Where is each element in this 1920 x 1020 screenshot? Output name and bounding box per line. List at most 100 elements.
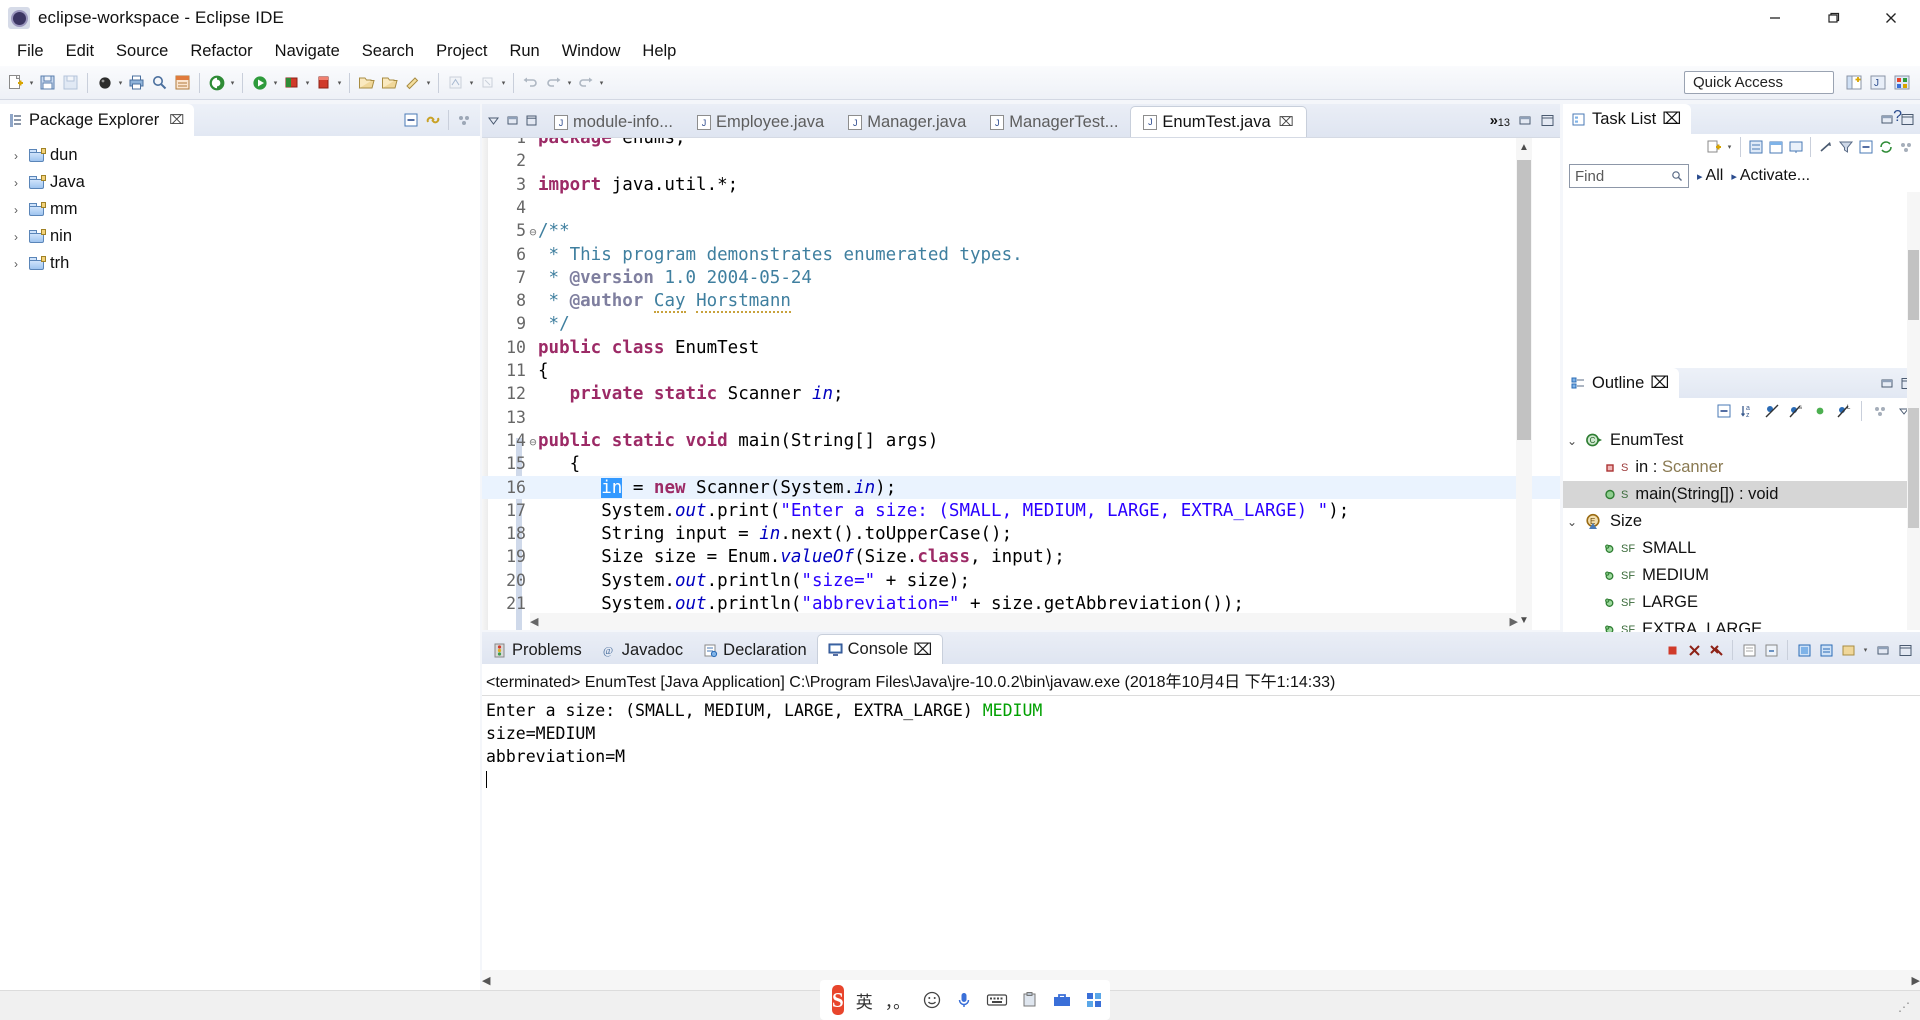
scroll-left-icon[interactable]: ◀ [530,615,538,628]
quick-access-input[interactable]: Quick Access [1684,71,1834,94]
close-icon[interactable]: ⌧ [1662,109,1681,129]
coverage-icon[interactable] [313,72,334,93]
search-icon[interactable] [149,72,170,93]
maximize-editor-icon[interactable] [1540,114,1554,128]
history-dropdown-icon[interactable]: ▾ [565,73,574,93]
quick-fix-dropdown-icon[interactable]: ▾ [424,73,433,93]
tree-item-nin[interactable]: › nin [0,223,480,250]
perspective-debug-icon[interactable] [1891,72,1913,94]
editor-tab-employee[interactable]: J Employee.java [685,108,836,137]
code-line[interactable]: 19 Size size = Enum.valueOf(Size.class, … [482,545,1560,568]
outline-item-in-scanner[interactable]: Sin : Scanner [1563,454,1920,481]
coverage-dropdown-icon[interactable]: ▾ [335,73,344,93]
schedule-icon[interactable] [1767,139,1784,156]
editor-tab-enumtest[interactable]: J EnumTest.java ⌧ [1130,106,1307,137]
filter-icon[interactable] [1837,139,1854,156]
previous-annotation-dropdown-icon[interactable]: ▾ [467,73,476,93]
search-icon[interactable] [1671,170,1683,182]
sogou-ime-logo-icon[interactable]: S [832,985,844,1015]
print-icon[interactable] [126,72,147,93]
maximize-view-icon[interactable] [1896,641,1914,659]
focus-on-workweek-icon[interactable] [1817,139,1834,156]
forward-nav-dropdown-icon[interactable]: ▾ [597,73,606,93]
code-line[interactable]: 5 ⊖/** [482,219,1560,242]
code-line[interactable]: 18 String input = in.next().toUpperCase(… [482,522,1560,545]
terminate-icon[interactable] [1663,641,1681,659]
code-line[interactable]: 20 System.out.println("size=" + size); [482,569,1560,592]
editor-overflow-chevron[interactable]: » 13 [1490,112,1510,129]
tab-task-list[interactable]: Task List ⌧ [1563,104,1692,134]
close-icon[interactable]: ⌧ [913,640,932,660]
categorize-icon[interactable] [1747,139,1764,156]
menu-project[interactable]: Project [425,39,498,64]
tree-item-trh[interactable]: › trh [0,250,480,277]
outline-item-size[interactable]: ⌄ E Size [1563,508,1920,535]
fold-marker-icon[interactable]: ⊖ [528,431,538,454]
remove-launch-icon[interactable] [1685,641,1703,659]
pin-console-icon[interactable] [1795,641,1813,659]
code-line[interactable]: 15 { [482,452,1560,475]
new-task-dropdown-icon[interactable]: ▾ [1725,137,1734,157]
maximize-button[interactable] [1804,0,1862,36]
tab-declaration[interactable]: Declaration [693,636,816,664]
editor-vertical-scrollbar[interactable]: ▲ ▼ [1516,138,1532,630]
collapse-all-icon[interactable] [1857,139,1874,156]
quick-fix-icon[interactable] [402,72,423,93]
minimize-editor-icon[interactable] [1518,114,1532,128]
scroll-down-icon[interactable]: ▼ [1516,611,1532,630]
close-icon[interactable]: ⌧ [169,112,184,128]
maximize-view-icon[interactable] [524,114,538,128]
expand-arrow-icon[interactable]: › [8,149,24,163]
view-menu-icon[interactable] [1871,403,1888,420]
tree-item-mm[interactable]: › mm [0,196,480,223]
code-line[interactable]: 4 [482,196,1560,219]
code-line[interactable]: 1 package enums; [482,138,1560,149]
remove-all-launches-icon[interactable] [1707,641,1725,659]
code-line[interactable]: 3 import java.util.*; [482,173,1560,196]
link-with-editor-icon[interactable] [423,110,443,130]
smiley-icon[interactable] [922,990,942,1010]
menu-help[interactable]: Help [631,39,687,64]
outline-scrollbar[interactable] [1907,368,1920,630]
run-dropdown-icon[interactable]: ▾ [271,73,280,93]
perspective-java-icon[interactable]: J [1867,72,1889,94]
hide-fields-icon[interactable] [1763,403,1780,420]
editor-tab-module-info[interactable]: J module-info... [542,108,685,137]
close-button[interactable] [1862,0,1920,36]
external-tools-icon[interactable] [281,72,302,93]
open-perspective-icon[interactable] [1843,72,1865,94]
code-line[interactable]: 10 public class EnumTest [482,336,1560,359]
editor-horizontal-scrollbar[interactable]: ◀ ▶ [530,613,1518,630]
menu-source[interactable]: Source [105,39,179,64]
task-list-content[interactable] [1563,192,1920,370]
expand-arrow-icon[interactable]: › [8,176,24,190]
scroll-right-icon[interactable]: ▶ [1912,974,1920,987]
external-tools-dropdown-icon[interactable]: ▾ [303,73,312,93]
new-dropdown-icon[interactable]: ▾ [27,73,36,93]
minimize-button[interactable] [1746,0,1804,36]
scrollbar-thumb[interactable] [1908,250,1919,320]
task-activate-link[interactable]: ▸ Activate... [1731,167,1810,185]
new-java-project-icon[interactable] [206,72,227,93]
minimize-view-icon[interactable] [1879,375,1896,392]
hide-local-types-icon[interactable]: L [1835,403,1852,420]
microphone-icon[interactable] [954,990,974,1010]
menu-window[interactable]: Window [551,39,632,64]
outline-item-large[interactable]: SF LARGE [1563,589,1920,616]
new-task-icon[interactable] [1705,139,1722,156]
scroll-right-icon[interactable]: ▶ [1510,615,1518,628]
editor-tab-manager[interactable]: J Manager.java [836,108,978,137]
view-menu-icon[interactable] [486,114,500,128]
tab-problems[interactable]: Problems [482,636,592,664]
clear-console-icon[interactable] [1740,641,1758,659]
next-annotation-dropdown-icon[interactable]: ▾ [499,73,508,93]
expand-arrow-icon[interactable]: ⌄ [1563,515,1581,529]
fold-marker-icon[interactable]: ⊖ [528,221,538,244]
scroll-up-icon[interactable]: ▲ [1516,138,1532,157]
tree-item-java[interactable]: › Java [0,169,480,196]
ime-punctuation-mode[interactable]: ，。 [885,988,911,1013]
console-horizontal-scrollbar[interactable]: ◀ ▶ [482,970,1920,990]
keyboard-icon[interactable] [986,990,1008,1010]
scrollbar-thumb[interactable] [1908,408,1919,528]
debug-icon[interactable] [94,72,115,93]
